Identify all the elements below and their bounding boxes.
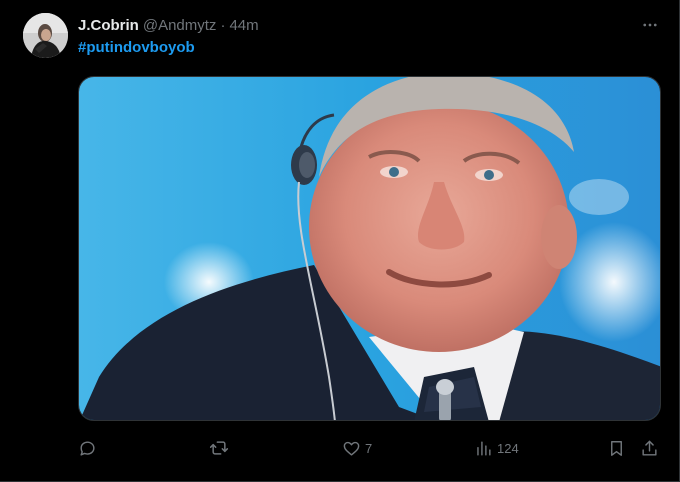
like-button[interactable]: 7 xyxy=(342,436,372,460)
author-name[interactable]: J.Cobrin xyxy=(78,17,139,34)
views-icon xyxy=(477,440,491,456)
tweet-actions: 7 124 xyxy=(78,436,661,460)
tweet[interactable]: J.Cobrin @Andmytz · 44m #putindovboyob 7… xyxy=(0,0,680,482)
bookmark-button[interactable] xyxy=(607,436,626,460)
hashtag-link[interactable]: #putindovboyob xyxy=(78,39,195,61)
avatar-image xyxy=(23,13,68,58)
reply-button[interactable] xyxy=(78,436,101,460)
separator-dot: · xyxy=(220,16,226,34)
tweet-photo[interactable] xyxy=(78,76,661,421)
views-button[interactable]: 124 xyxy=(474,436,519,460)
author-handle[interactable]: @Andmytz xyxy=(143,17,217,34)
more-horizontal-icon xyxy=(643,23,657,27)
heart-icon xyxy=(343,441,360,456)
share-icon xyxy=(642,440,657,456)
more-options-button[interactable] xyxy=(639,14,661,36)
avatar[interactable] xyxy=(23,13,68,58)
timestamp[interactable]: 44m xyxy=(229,17,258,34)
bookmark-icon xyxy=(611,440,622,456)
retweet-icon xyxy=(209,441,229,455)
share-button[interactable] xyxy=(640,436,659,460)
reply-icon xyxy=(80,440,95,456)
tweet-header: J.Cobrin @Andmytz · 44m xyxy=(78,14,259,36)
photo-image xyxy=(79,77,660,420)
retweet-button[interactable] xyxy=(209,436,233,460)
views-count: 124 xyxy=(497,440,519,456)
like-count: 7 xyxy=(365,440,373,456)
